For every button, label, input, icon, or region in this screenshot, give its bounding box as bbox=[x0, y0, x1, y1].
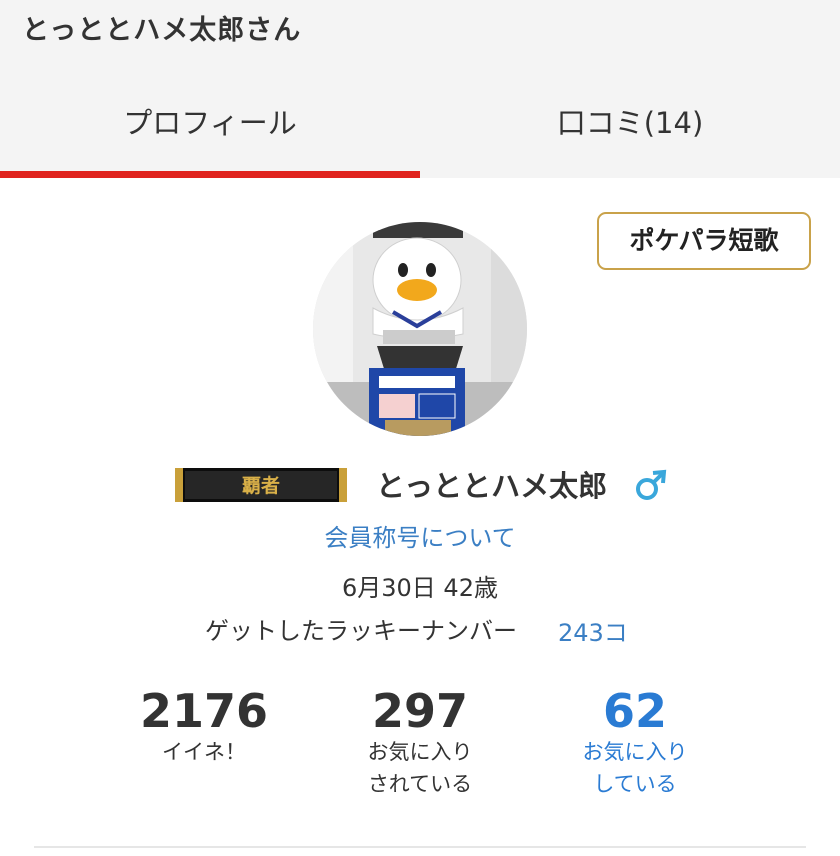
birthday-age: 6月30日 42歳 bbox=[342, 574, 498, 602]
username: とっととハメ太郎 bbox=[376, 469, 608, 503]
header: とっととハメ太郎さん プロフィール 口コミ(14) bbox=[0, 0, 840, 178]
likes-label: イイネ！ bbox=[162, 740, 246, 764]
stat-favoriting[interactable]: 62 お気に入り している bbox=[535, 682, 735, 800]
stat-likes: 2176 イイネ！ bbox=[104, 682, 304, 768]
stat-favorited-by: 297 お気に入り されている bbox=[320, 682, 520, 800]
likes-count: 2176 bbox=[139, 684, 269, 738]
favorited-by-count: 297 bbox=[371, 684, 469, 738]
male-icon bbox=[636, 469, 667, 500]
svg-text:覇者: 覇者 bbox=[242, 475, 280, 497]
title-badge: 覇者 bbox=[175, 468, 347, 502]
avatar[interactable] bbox=[313, 222, 527, 436]
favoriting-label[interactable]: お気に入り している bbox=[535, 736, 735, 800]
divider bbox=[34, 846, 806, 848]
favorited-by-label: お気に入り されている bbox=[367, 740, 473, 796]
poke-para-tanka-button[interactable]: ポケパラ短歌 bbox=[597, 212, 811, 270]
favoriting-count[interactable]: 62 bbox=[535, 682, 735, 740]
tab-reviews[interactable]: 口コミ(14) bbox=[420, 100, 840, 142]
page-title: とっととハメ太郎さん bbox=[22, 15, 302, 46]
tab-profile[interactable]: プロフィール bbox=[0, 100, 420, 142]
active-tab-indicator bbox=[0, 171, 420, 178]
member-title-link[interactable]: 会員称号について bbox=[0, 518, 840, 553]
lucky-number-label: ゲットしたラッキーナンバー bbox=[205, 617, 517, 645]
avatar-image bbox=[313, 222, 527, 436]
lucky-number-count[interactable]: 243コ bbox=[558, 613, 628, 648]
